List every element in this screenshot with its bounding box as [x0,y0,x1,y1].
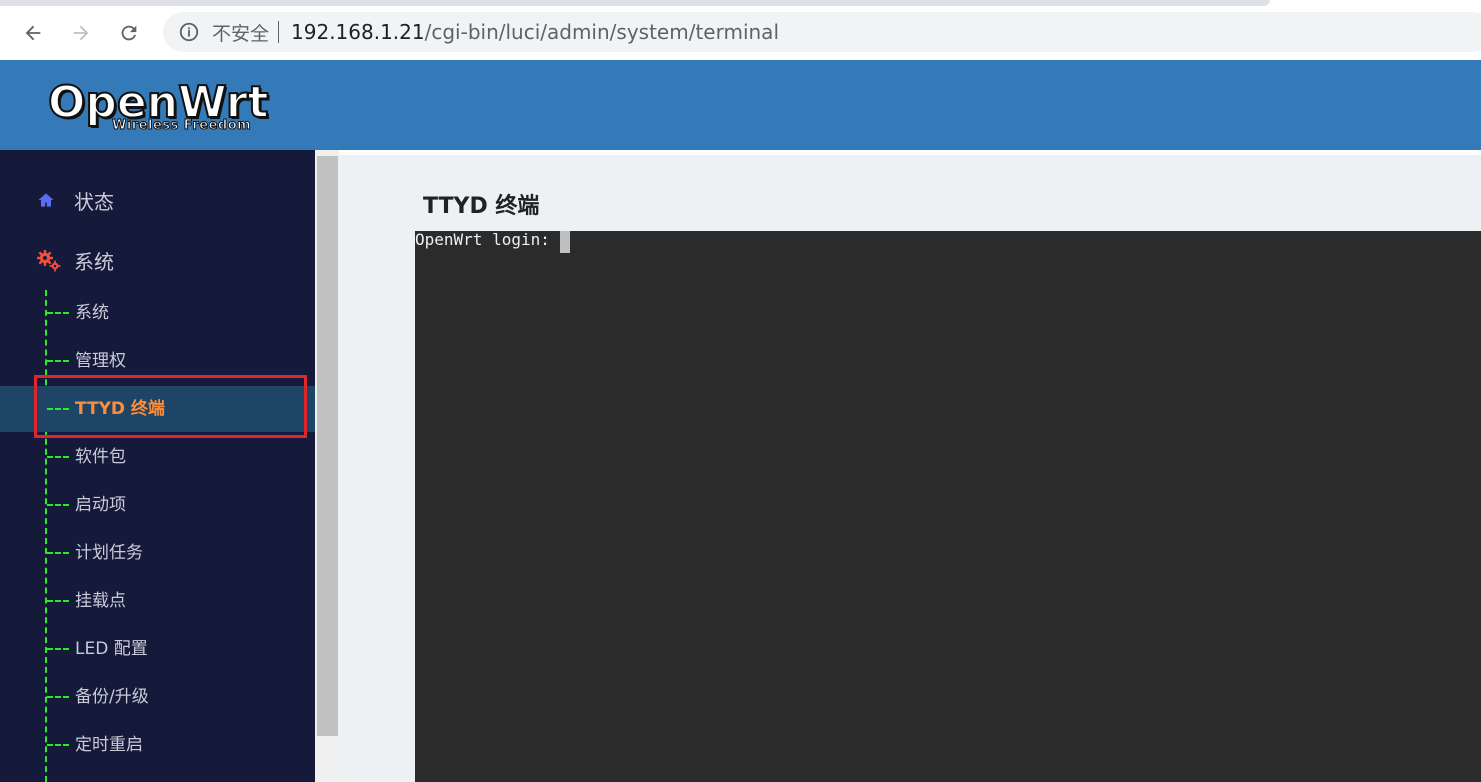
tree-dash [47,456,69,458]
info-icon[interactable] [178,21,200,43]
reload-button[interactable] [116,20,142,46]
menu-system-label: 系统 [74,249,114,274]
sidebar-item-mount-points[interactable]: 挂载点 [0,578,315,624]
tree-dash [47,648,69,650]
sidebar-item-label: 启动项 [75,495,126,515]
terminal-cursor [559,231,570,253]
back-arrow-icon [25,25,41,41]
sidebar-item-led-config[interactable]: LED 配置 [0,626,315,672]
gears-icon [36,247,62,273]
forward-button[interactable] [68,20,94,46]
sidebar-item-scheduled-tasks[interactable]: 计划任务 [0,530,315,576]
openwrt-logo[interactable]: OpenWrt Wireless Freedom [47,77,280,138]
sidebar-item-label: 备份/升级 [75,687,149,707]
sidebar-item-label: 系统 [75,303,109,323]
sidebar-item-label: 计划任务 [75,543,143,563]
tree-dash [47,744,69,746]
app-header: OpenWrt Wireless Freedom [0,60,1481,150]
url-path: /cgi-bin/luci/admin/system/terminal [424,20,779,44]
menu-system[interactable]: 系统 [36,245,114,275]
sidebar-item-backup-upgrade[interactable]: 备份/升级 [0,674,315,720]
tree-dash [47,600,69,602]
forward-arrow-icon [73,25,89,41]
address-separator [278,21,280,43]
sidebar-item-label: LED 配置 [75,639,148,659]
main-content: TTYD 终端 OpenWrt login: [339,150,1481,782]
main-top-strip [339,150,1481,155]
sidebar-item-scheduled-reboot[interactable]: 定时重启 [0,722,315,768]
terminal-prompt: OpenWrt login: [415,230,560,249]
menu-status[interactable]: 状态 [36,185,114,215]
sidebar-item-label: 定时重启 [75,735,143,755]
page-title: TTYD 终端 [423,194,540,219]
tree-dash [47,312,69,314]
sidebar-scrollbar[interactable] [315,150,339,782]
url-text[interactable]: 192.168.1.21/cgi-bin/luci/admin/system/t… [291,20,779,44]
sidebar-item-label: 挂载点 [75,591,126,611]
sidebar-item-startup[interactable]: 启动项 [0,482,315,528]
scrollbar-thumb[interactable] [317,156,338,736]
reload-icon [121,25,137,41]
home-icon [36,187,62,213]
menu-status-label: 状态 [74,189,114,214]
highlight-annotation [34,375,307,438]
sidebar-item-system[interactable]: 系统 [0,290,315,336]
logo-sub-text: Wireless Freedom [111,118,252,134]
tree-dash [47,552,69,554]
terminal-line: OpenWrt login: [415,231,570,253]
security-label: 不安全 [212,22,270,45]
tree-dash [47,360,69,362]
tree-dash [47,504,69,506]
browser-toolbar: 不安全 192.168.1.21/cgi-bin/luci/admin/syst… [0,6,1481,60]
address-bar[interactable]: 不安全 192.168.1.21/cgi-bin/luci/admin/syst… [163,12,1481,52]
sidebar-item-packages[interactable]: 软件包 [0,434,315,480]
tree-dash [47,696,69,698]
url-host: 192.168.1.21 [291,20,425,44]
back-button[interactable] [20,20,46,46]
sidebar-item-label: 软件包 [75,447,126,467]
terminal[interactable]: OpenWrt login: [415,231,1481,782]
